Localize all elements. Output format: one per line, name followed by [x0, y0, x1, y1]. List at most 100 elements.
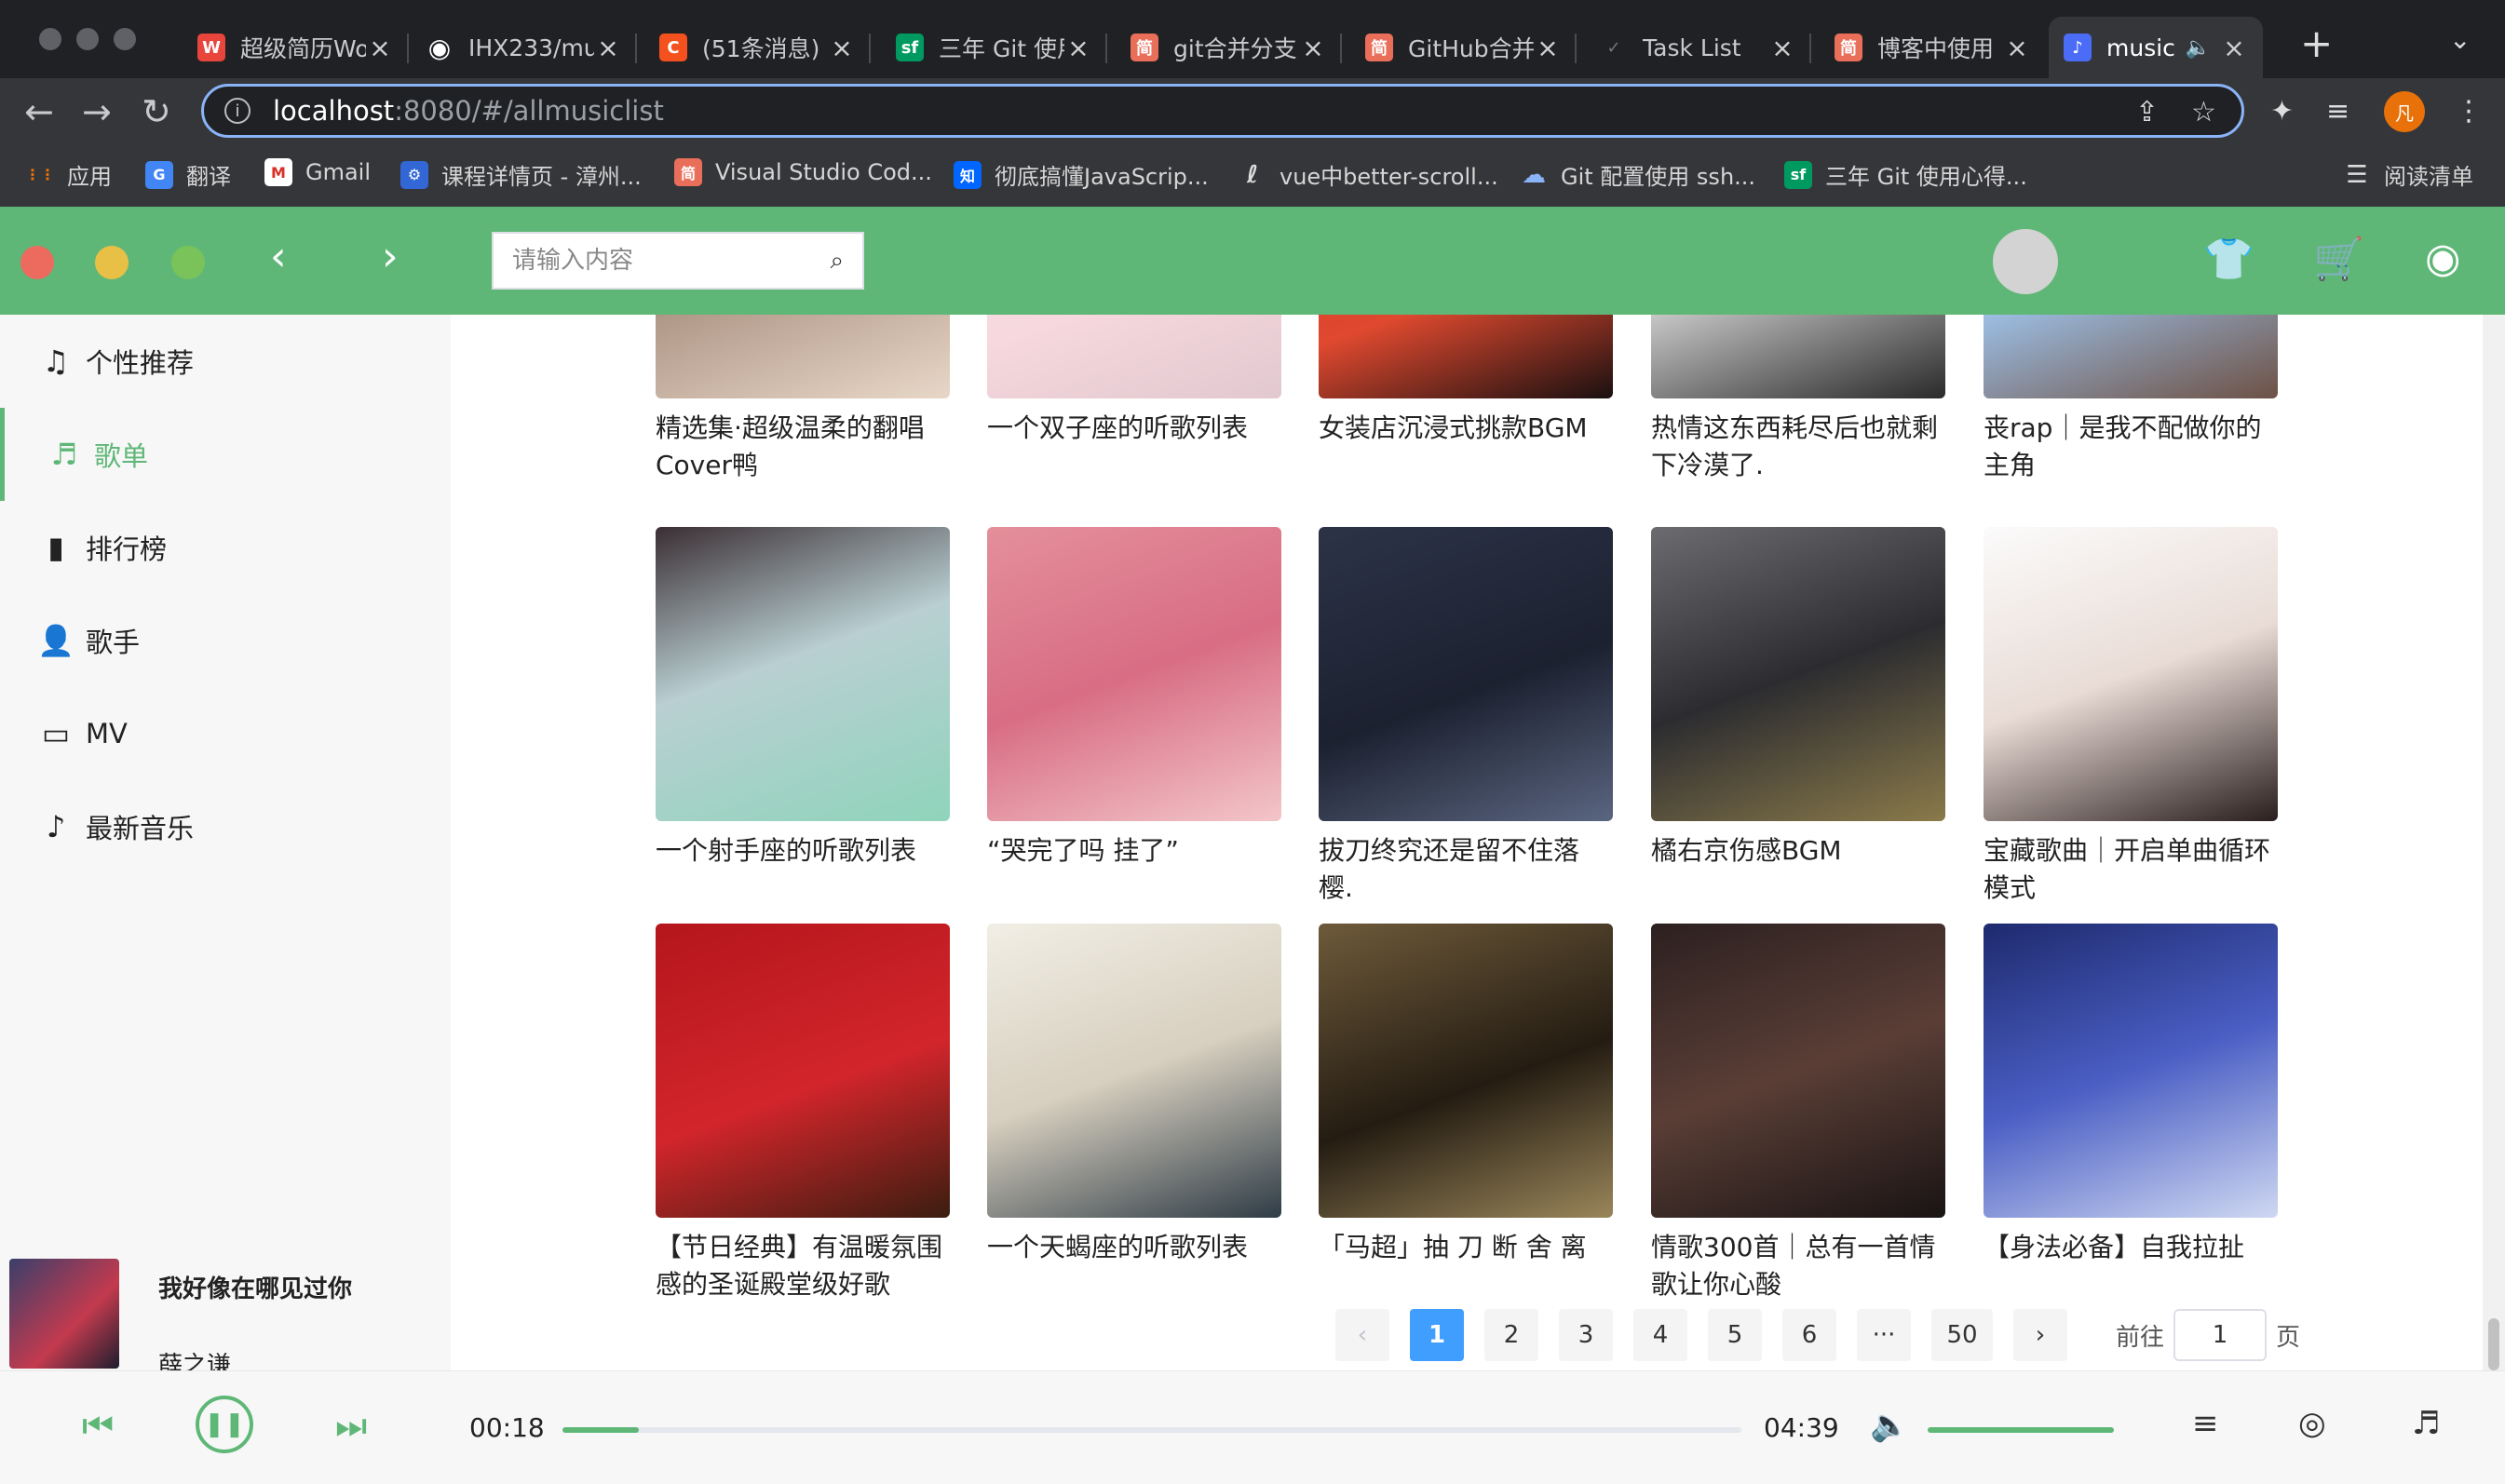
playlist-title[interactable]: 宝藏歌曲｜开启单曲循环模式 — [1984, 832, 2278, 907]
page-number-button[interactable]: 3 — [1559, 1309, 1613, 1361]
playlist-card[interactable]: 宝藏歌曲｜开启单曲循环模式 — [1984, 527, 2278, 907]
playlist-title[interactable]: 一个射手座的听歌列表 — [656, 832, 950, 870]
playlist-card[interactable]: 丧rap｜是我不配做你的主角 — [1984, 315, 2278, 484]
address-bar[interactable]: i localhost:8080/#/allmusiclist ⇪ ☆ — [201, 84, 2244, 138]
window-minimize-dot[interactable] — [76, 28, 99, 50]
window-close-dot[interactable] — [39, 28, 61, 50]
playlist-cover[interactable] — [1319, 924, 1613, 1218]
previous-track-icon[interactable]: ⏮ — [82, 1405, 114, 1447]
content-scrollbar[interactable] — [2483, 315, 2505, 1370]
browser-tab[interactable]: 简 GitHub合并 × — [1350, 17, 1577, 78]
more-menu-icon[interactable]: ⋮ — [2455, 95, 2483, 128]
close-icon[interactable]: × — [2220, 33, 2248, 63]
playlist-card[interactable]: 【节日经典】有温暖氛围感的圣诞殿堂级好歌 — [656, 924, 950, 1303]
back-chevron-icon[interactable]: ‹ — [270, 233, 287, 280]
page-number-button[interactable]: 1 — [1410, 1309, 1464, 1361]
playlist-title[interactable]: 【节日经典】有温暖氛围感的圣诞殿堂级好歌 — [656, 1229, 950, 1303]
playlist-cover[interactable] — [1319, 527, 1613, 821]
next-track-icon[interactable]: ⏭ — [335, 1405, 367, 1447]
sidebar-item-charts[interactable]: ▮ 排行榜 — [0, 501, 451, 594]
playlist-title[interactable]: 拔刀终究还是留不住落樱. — [1319, 832, 1613, 907]
goto-page-input[interactable]: 1 — [2173, 1309, 2268, 1361]
page-number-button[interactable]: 2 — [1484, 1309, 1538, 1361]
playlist-cover[interactable] — [987, 924, 1281, 1218]
bookmark-apps[interactable]: ⋮⋮ 应用 — [25, 158, 112, 191]
playlist-title[interactable]: 一个天蝎座的听歌列表 — [987, 1229, 1281, 1266]
share-icon[interactable]: ⇪ — [2135, 96, 2159, 128]
close-icon[interactable]: × — [828, 33, 856, 63]
playlist-card[interactable]: 橘右京伤感BGM — [1651, 527, 1945, 870]
playlist-cover[interactable] — [987, 527, 1281, 821]
reload-icon[interactable]: ↻ — [142, 91, 171, 132]
browser-tab[interactable]: C (51条消息) × — [644, 17, 871, 78]
close-icon[interactable]: × — [1299, 33, 1327, 63]
scrollbar-thumb[interactable] — [2488, 1318, 2499, 1370]
bookmark-item[interactable]: ☁ Git 配置使用 ssh... — [1520, 158, 1755, 191]
browser-tab[interactable]: 简 博客中使用 × — [1820, 17, 2046, 78]
site-info-icon[interactable]: i — [224, 98, 250, 124]
playlist-cover[interactable] — [1651, 315, 1945, 398]
volume-slider[interactable] — [1928, 1427, 2114, 1433]
close-icon[interactable]: × — [594, 33, 622, 63]
cart-icon[interactable]: 🛒 — [2313, 235, 2364, 283]
playlist-cover[interactable] — [1984, 315, 2278, 398]
bookmark-item[interactable]: ⚙ 课程详情页 - 漳州... — [400, 158, 642, 191]
browser-tab[interactable]: W 超级简历WonderCV × — [183, 17, 409, 78]
playlist-cover[interactable] — [656, 315, 950, 398]
playlist-card[interactable]: 一个天蝎座的听歌列表 — [987, 924, 1281, 1266]
playlist-title[interactable]: 「马超」抽 刀 断 舍 离 — [1319, 1229, 1613, 1266]
new-tab-icon[interactable]: + — [2300, 20, 2333, 66]
playlist-title[interactable]: 【身法必备】自我拉扯 — [1984, 1229, 2278, 1266]
browser-tab[interactable]: ✓ Task List × — [1585, 17, 1811, 78]
playlist-title[interactable]: 橘右京伤感BGM — [1651, 832, 1945, 870]
playlist-title[interactable]: 一个双子座的听歌列表 — [987, 410, 1281, 447]
progress-bar[interactable] — [562, 1427, 1741, 1433]
playlist-title[interactable]: 精选集·超级温柔的翻唱Cover鸭 — [656, 410, 950, 484]
playlist-title[interactable]: 情歌300首｜总有一首情歌让你心酸 — [1651, 1229, 1945, 1303]
playlist-cover[interactable] — [1319, 315, 1613, 398]
browser-tab[interactable]: sf 三年 Git 使用心得 × — [881, 17, 1107, 78]
now-playing-card[interactable]: 我好像在哪见过你 薛之谦 — [0, 1249, 451, 1380]
sidebar-item-artists[interactable]: 👤 歌手 — [0, 594, 451, 687]
search-box[interactable]: ⌕ — [492, 232, 864, 290]
window-zoom-dot[interactable] — [114, 28, 136, 50]
playlist-cover[interactable] — [1651, 924, 1945, 1218]
bookmark-item[interactable]: 知彻底搞懂JavaScrip... — [954, 158, 1209, 191]
playlist-cover[interactable] — [1984, 527, 2278, 821]
playlist-card[interactable]: 精选集·超级温柔的翻唱Cover鸭 — [656, 315, 950, 484]
playlist-queue-icon[interactable]: ≡ — [2192, 1405, 2219, 1442]
search-input[interactable] — [512, 247, 831, 275]
playlist-title[interactable]: 女装店沉浸式挑款BGM — [1319, 410, 1613, 447]
reading-list[interactable]: ☰ 阅读清单 — [2343, 158, 2473, 191]
playlist-title[interactable]: 热情这东西耗尽后也就剩下冷漠了. — [1651, 410, 1945, 484]
close-icon[interactable]: × — [1768, 33, 1796, 63]
playlist-card[interactable]: “哭完了吗 挂了” — [987, 527, 1281, 870]
bookmark-item[interactable]: M Gmail — [264, 158, 371, 186]
bookmark-item[interactable]: 简 Visual Studio Cod... — [674, 158, 932, 186]
page-number-button[interactable]: 50 — [1931, 1309, 1993, 1361]
playlist-cover[interactable] — [1651, 527, 1945, 821]
back-arrow-icon[interactable]: ← — [24, 91, 54, 132]
playlist-title[interactable]: 丧rap｜是我不配做你的主角 — [1984, 410, 2278, 484]
playlist-card[interactable]: 热情这东西耗尽后也就剩下冷漠了. — [1651, 315, 1945, 484]
header-red-dot[interactable] — [20, 246, 54, 279]
play-mode-icon[interactable]: ♬ — [2412, 1405, 2440, 1442]
forward-chevron-icon[interactable]: › — [382, 233, 399, 280]
page-number-button[interactable]: 4 — [1633, 1309, 1687, 1361]
playlist-card[interactable]: 情歌300首｜总有一首情歌让你心酸 — [1651, 924, 1945, 1303]
browser-tab[interactable]: ◉ IHX233/music × — [411, 17, 637, 78]
playlist-card[interactable]: 一个射手座的听歌列表 — [656, 527, 950, 870]
browser-tab-active[interactable]: ♪ music 🔈 × — [2049, 17, 2263, 78]
next-page-button[interactable]: › — [2013, 1309, 2067, 1361]
lyrics-icon[interactable]: ◎ — [2298, 1405, 2326, 1442]
playlist-title[interactable]: “哭完了吗 挂了” — [987, 832, 1281, 870]
close-icon[interactable]: × — [366, 33, 394, 63]
page-number-button[interactable]: 5 — [1708, 1309, 1762, 1361]
playlist-cover[interactable] — [656, 527, 950, 821]
volume-icon[interactable]: 🔈 — [1870, 1407, 1909, 1444]
playlist-card[interactable]: 「马超」抽 刀 断 舍 离 — [1319, 924, 1613, 1266]
tab-search-chevron-icon[interactable]: ⌄ — [2449, 24, 2471, 55]
playlist-cover[interactable] — [656, 924, 950, 1218]
extensions-icon[interactable]: ✦ — [2270, 95, 2294, 128]
playlist-card[interactable]: 女装店沉浸式挑款BGM — [1319, 315, 1613, 447]
